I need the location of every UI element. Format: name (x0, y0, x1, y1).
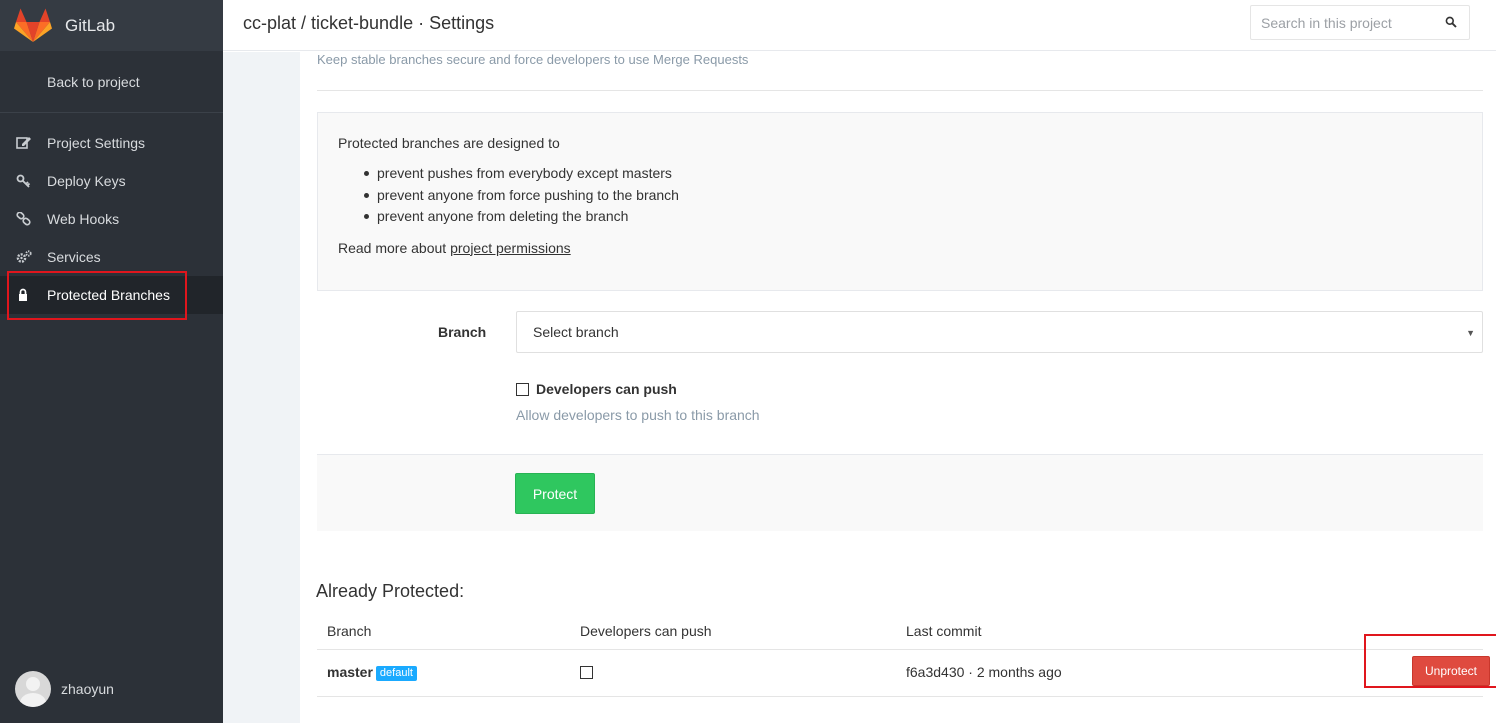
project-permissions-link[interactable]: project permissions (450, 240, 571, 256)
info-list: prevent pushes from everybody except mas… (364, 165, 1462, 230)
developers-can-push-row-checkbox[interactable] (580, 666, 593, 679)
username: zhaoyun (61, 681, 114, 697)
list-item: prevent anyone from deleting the branch (364, 208, 1462, 230)
info-read-more: Read more about project permissions (338, 240, 1462, 256)
top-header: cc-plat / ticket-bundle · Settings (223, 0, 1496, 51)
branch-select-value: Select branch (533, 324, 619, 340)
protect-button[interactable]: Protect (515, 473, 595, 514)
branch-field-label: Branch (438, 324, 487, 340)
highlight-annotation-box (7, 271, 187, 320)
form-actions: Protect (317, 454, 1483, 531)
avatar (15, 671, 51, 707)
default-badge: default (375, 666, 417, 681)
back-to-project-link[interactable]: Back to project (0, 51, 223, 113)
logo-bar[interactable]: GitLab (0, 0, 223, 51)
column-header-branch: Branch (327, 623, 372, 639)
app-name: GitLab (65, 15, 116, 35)
read-more-prefix: Read more about (338, 239, 447, 256)
search-box (1250, 5, 1470, 40)
branch-name: master (327, 664, 373, 680)
caret-down-icon: ▼ (1466, 328, 1475, 338)
sidebar-item-label: Project Settings (47, 135, 146, 151)
column-header-developers-can-push: Developers can push (580, 623, 712, 639)
search-icon[interactable] (1445, 16, 1457, 28)
sidebar-item-deploy-keys[interactable]: Deploy Keys (0, 162, 223, 200)
developers-can-push-option[interactable]: Developers can push (516, 381, 677, 397)
page-subtitle: Keep stable branches secure and force de… (317, 52, 749, 67)
last-commit: f6a3d430 · 2 months ago (906, 664, 1062, 680)
cogs-icon (16, 250, 32, 263)
developers-can-push-checkbox[interactable] (516, 382, 529, 396)
key-icon (16, 174, 31, 188)
list-item: prevent pushes from everybody except mas… (364, 165, 1462, 187)
edit-icon (16, 137, 31, 149)
sidebar: GitLab Back to project Project Settings … (0, 0, 223, 723)
gitlab-logo-icon (14, 8, 52, 42)
branch-cell: master default (327, 664, 417, 681)
user-menu[interactable]: zhaoyun (15, 671, 114, 707)
main-content: Keep stable branches secure and force de… (300, 52, 1496, 723)
sidebar-item-label: Web Hooks (47, 211, 120, 227)
table-row: master default f6a3d430 · 2 months ago Un… (317, 650, 1490, 697)
content-gutter (223, 52, 300, 723)
search-input[interactable] (1251, 6, 1431, 39)
column-header-last-commit: Last commit (906, 623, 982, 639)
divider (317, 90, 1483, 91)
link-icon (16, 212, 31, 226)
already-protected-heading: Already Protected: (316, 581, 465, 601)
list-item: prevent anyone from force pushing to the… (364, 187, 1462, 209)
highlight-annotation-box (1364, 634, 1496, 688)
branch-select[interactable]: Select branch ▼ (516, 311, 1483, 353)
info-panel: Protected branches are designed to preve… (317, 112, 1483, 291)
info-intro: Protected branches are designed to (338, 135, 560, 151)
sidebar-item-web-hooks[interactable]: Web Hooks (0, 200, 223, 238)
sidebar-item-label: Services (47, 249, 101, 265)
developers-can-push-help: Allow developers to push to this branch (516, 407, 760, 423)
page-title: cc-plat / ticket-bundle · Settings (243, 13, 495, 33)
sidebar-item-project-settings[interactable]: Project Settings (0, 124, 223, 162)
sidebar-item-label: Deploy Keys (47, 173, 126, 189)
developers-can-push-label: Developers can push (536, 381, 677, 397)
table-header: Branch Developers can push Last commit (317, 618, 1483, 650)
